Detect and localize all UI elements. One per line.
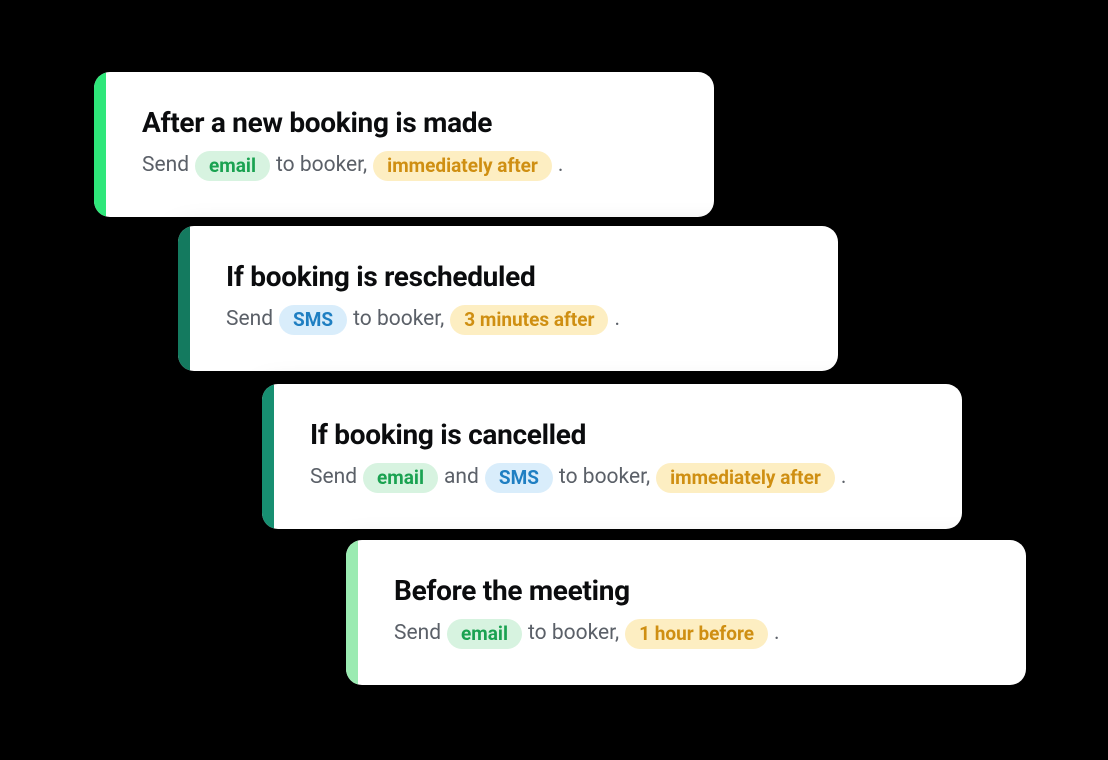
to-text: to booker, bbox=[559, 461, 650, 495]
tail-period: . bbox=[558, 149, 564, 183]
to-text: to booker, bbox=[276, 149, 367, 183]
channel-chip-email[interactable]: email bbox=[195, 151, 270, 182]
joiner-and: and bbox=[444, 461, 479, 495]
card-rule-line: Send email to booker, 1 hour before . bbox=[394, 617, 988, 651]
to-text: to booker, bbox=[528, 617, 619, 651]
timing-chip[interactable]: immediately after bbox=[656, 463, 835, 494]
channel-chip-sms[interactable]: SMS bbox=[279, 305, 347, 336]
tail-period: . bbox=[774, 617, 780, 651]
tail-period: . bbox=[614, 303, 620, 337]
tail-period: . bbox=[841, 461, 847, 495]
card-rule-line: Send email and SMS to booker, immediatel… bbox=[310, 461, 924, 495]
automation-card-rescheduled[interactable]: If booking is rescheduled Send SMS to bo… bbox=[178, 226, 838, 371]
card-title: Before the meeting bbox=[394, 574, 988, 607]
card-title: After a new booking is made bbox=[142, 106, 676, 139]
automation-card-new-booking[interactable]: After a new booking is made Send email t… bbox=[94, 72, 714, 217]
send-word: Send bbox=[394, 617, 441, 651]
automation-card-before-meeting[interactable]: Before the meeting Send email to booker,… bbox=[346, 540, 1026, 685]
timing-chip[interactable]: 3 minutes after bbox=[450, 305, 608, 336]
automation-card-cancelled[interactable]: If booking is cancelled Send email and S… bbox=[262, 384, 962, 529]
channel-chip-email[interactable]: email bbox=[363, 463, 438, 494]
card-rule-line: Send SMS to booker, 3 minutes after . bbox=[226, 303, 800, 337]
timing-chip[interactable]: 1 hour before bbox=[625, 619, 768, 650]
send-word: Send bbox=[310, 461, 357, 495]
card-title: If booking is cancelled bbox=[310, 418, 924, 451]
channel-chip-email[interactable]: email bbox=[447, 619, 522, 650]
to-text: to booker, bbox=[353, 303, 444, 337]
send-word: Send bbox=[226, 303, 273, 337]
card-title: If booking is rescheduled bbox=[226, 260, 800, 293]
timing-chip[interactable]: immediately after bbox=[373, 151, 552, 182]
card-rule-line: Send email to booker, immediately after … bbox=[142, 149, 676, 183]
send-word: Send bbox=[142, 149, 189, 183]
channel-chip-sms[interactable]: SMS bbox=[485, 463, 553, 494]
